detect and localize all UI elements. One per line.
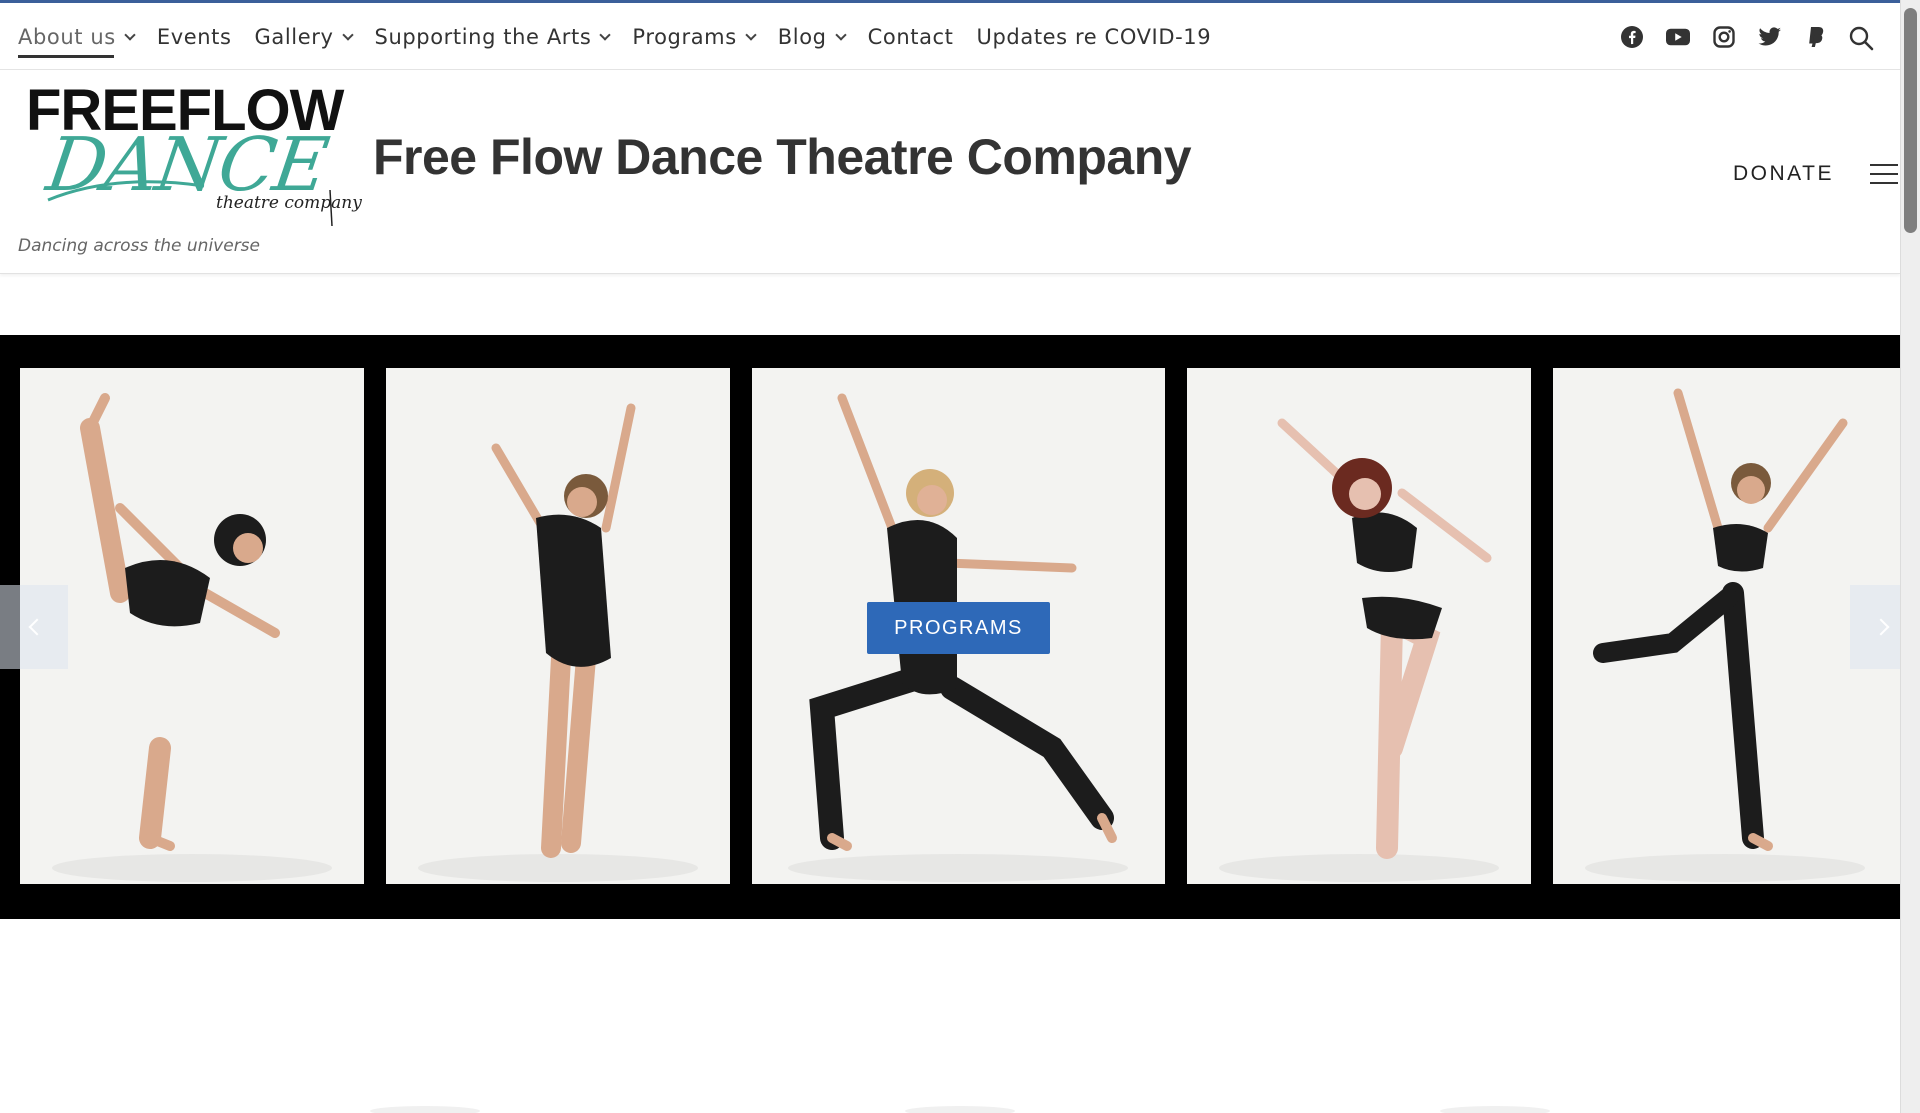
chevron-down-icon	[745, 28, 757, 41]
nav-item-label: Gallery	[254, 24, 334, 49]
carousel-slide-dancer-knee-raise[interactable]	[1187, 368, 1531, 884]
page-scrollbar[interactable]	[1900, 0, 1920, 1113]
nav-item-contact[interactable]: Contact	[868, 3, 954, 70]
content-hint-shape	[905, 1106, 1015, 1113]
chevron-down-icon	[599, 28, 612, 41]
nav-item-label: Updates re COVID-19	[976, 24, 1212, 49]
chevron-right-icon	[1872, 618, 1890, 636]
chevron-left-icon	[28, 618, 46, 636]
nav-item-label: Contact	[867, 24, 954, 49]
twitter-icon[interactable]	[1758, 25, 1782, 49]
site-header: FREEFLOW DANCE theatre company Dancing a…	[0, 70, 1900, 274]
logo-text-theatre-company: theatre company	[216, 193, 362, 213]
chevron-down-icon	[124, 28, 136, 41]
youtube-icon[interactable]	[1666, 25, 1690, 49]
carousel-next-button[interactable]	[1850, 585, 1900, 669]
chevron-down-icon	[341, 28, 354, 41]
programs-button[interactable]: PROGRAMS	[867, 602, 1050, 654]
nav-item-blog[interactable]: Blog	[777, 3, 847, 70]
nav-item-events[interactable]: Events	[157, 3, 232, 70]
nav-item-programs[interactable]: Programs	[632, 3, 757, 70]
top-navigation-bar: About us Events Gallery Supporting the A…	[0, 3, 1900, 70]
nav-item-supporting-the-arts[interactable]: Supporting the Arts	[374, 3, 612, 70]
main-menu: About us Events Gallery Supporting the A…	[18, 3, 1234, 70]
carousel-slide-dancer-arabesque[interactable]	[1553, 368, 1900, 884]
hamburger-icon[interactable]	[1870, 164, 1898, 186]
nav-item-label: About us	[18, 24, 116, 49]
content-hint-shape	[370, 1106, 480, 1113]
scrollbar-thumb[interactable]	[1904, 8, 1917, 233]
content-hint-shape	[1440, 1106, 1550, 1113]
social-links	[1620, 3, 1828, 70]
facebook-icon[interactable]	[1620, 25, 1644, 49]
hero-carousel: PROGRAMS	[0, 335, 1900, 919]
site-logo[interactable]: FREEFLOW DANCE theatre company	[24, 78, 364, 228]
donate-button[interactable]: DONATE	[1733, 162, 1834, 186]
nav-item-label: Supporting the Arts	[374, 24, 592, 49]
nav-item-label: Events	[156, 24, 232, 49]
instagram-icon[interactable]	[1712, 25, 1736, 49]
nav-item-about-us[interactable]: About us	[18, 3, 136, 70]
chevron-down-icon	[834, 28, 847, 41]
carousel-slide-dancer-leg-extension[interactable]	[20, 368, 364, 884]
carousel-prev-button[interactable]	[0, 585, 68, 669]
site-tagline: Dancing across the universe	[18, 236, 260, 256]
nav-item-label: Blog	[777, 24, 827, 49]
nav-item-label: Programs	[632, 24, 737, 49]
search-icon[interactable]	[1848, 25, 1874, 51]
nav-item-gallery[interactable]: Gallery	[254, 3, 354, 70]
paypal-icon[interactable]	[1804, 25, 1828, 49]
nav-item-covid-updates[interactable]: Updates re COVID-19	[977, 3, 1212, 70]
carousel-slide-dancer-arms-raised[interactable]	[386, 368, 730, 884]
site-title[interactable]: Free Flow Dance Theatre Company	[373, 128, 1192, 186]
